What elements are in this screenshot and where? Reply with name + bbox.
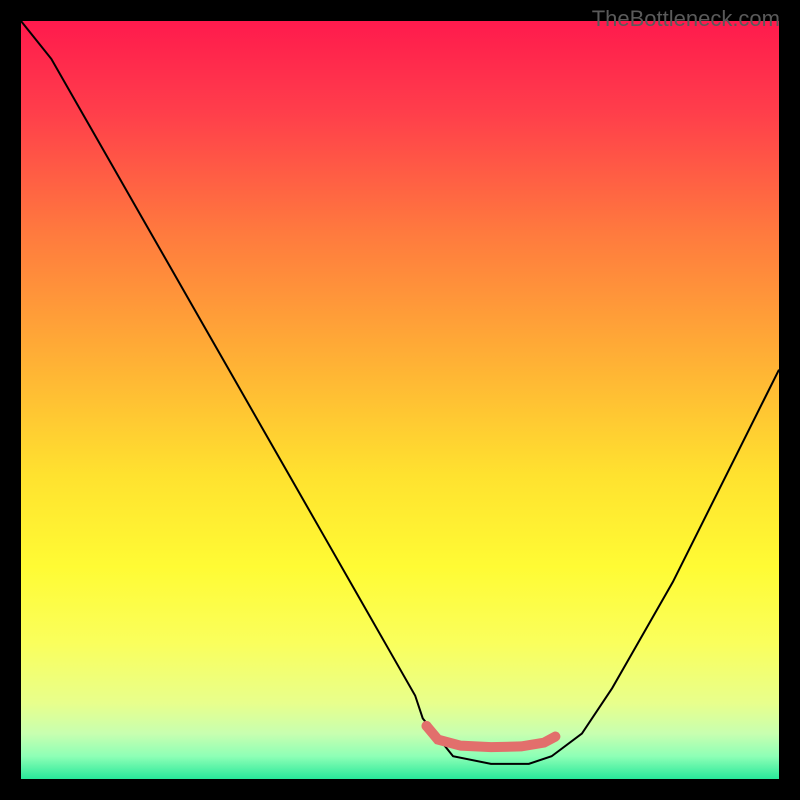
flat-marker-dot	[422, 721, 432, 731]
watermark-text: TheBottleneck.com	[592, 6, 780, 32]
chart-svg	[21, 21, 779, 779]
chart-background	[21, 21, 779, 779]
plot-area	[21, 21, 779, 779]
